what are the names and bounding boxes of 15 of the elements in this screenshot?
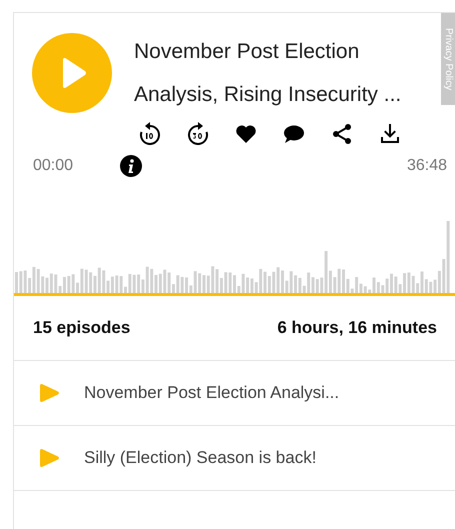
episode-row[interactable]: Silly (Election) Season is back! <box>14 425 455 490</box>
episode-title: November Post Election Analysi... <box>84 382 340 404</box>
time-elapsed: 00:00 <box>33 156 74 176</box>
share-icon[interactable] <box>330 122 354 146</box>
episode-row[interactable]: November Post Election Analysi... <box>14 360 455 425</box>
time-duration: 36:48 <box>406 156 447 176</box>
forward-30-icon[interactable] <box>186 122 210 146</box>
download-icon[interactable] <box>378 122 402 146</box>
episode-title: Analysis, Rising Insecurity ... <box>134 82 402 108</box>
episode-title: November Post Election <box>134 39 360 65</box>
rewind-10-icon[interactable] <box>138 122 162 146</box>
total-duration: 6 hours, 16 minutes <box>277 317 437 340</box>
info-icon[interactable] <box>119 154 144 178</box>
episode-count: 15 episodes <box>33 317 130 340</box>
episode-title: Silly (Election) Season is back! <box>84 447 316 470</box>
